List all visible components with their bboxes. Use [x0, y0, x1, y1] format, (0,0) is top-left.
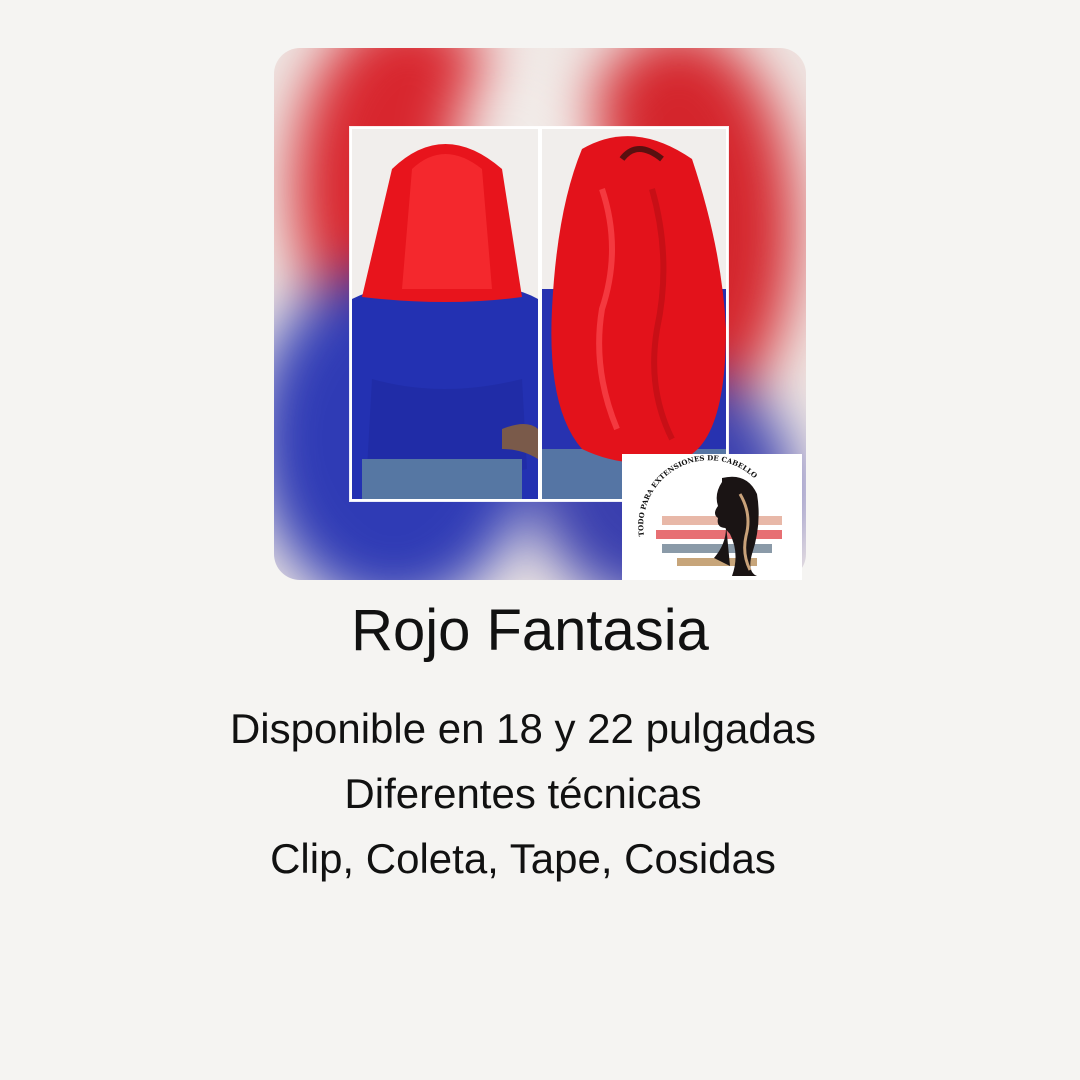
before-after-photos — [350, 127, 728, 501]
techniques-list-text: Clip, Coleta, Tape, Cosidas — [270, 835, 776, 882]
before-photo-illustration — [352, 129, 538, 499]
after-photo — [542, 129, 726, 499]
before-photo — [352, 129, 538, 499]
brand-logo: TODO PARA EXTENSIONES DE CABELLO — [622, 453, 802, 580]
woman-silhouette-logo-icon: TODO PARA EXTENSIONES DE CABELLO — [622, 453, 802, 580]
product-title: Rojo Fantasia — [351, 598, 709, 663]
after-photo-illustration — [542, 129, 726, 499]
techniques-heading-text: Diferentes técnicas — [344, 770, 702, 817]
length-availability-text: Disponible en 18 y 22 pulgadas — [229, 705, 817, 752]
